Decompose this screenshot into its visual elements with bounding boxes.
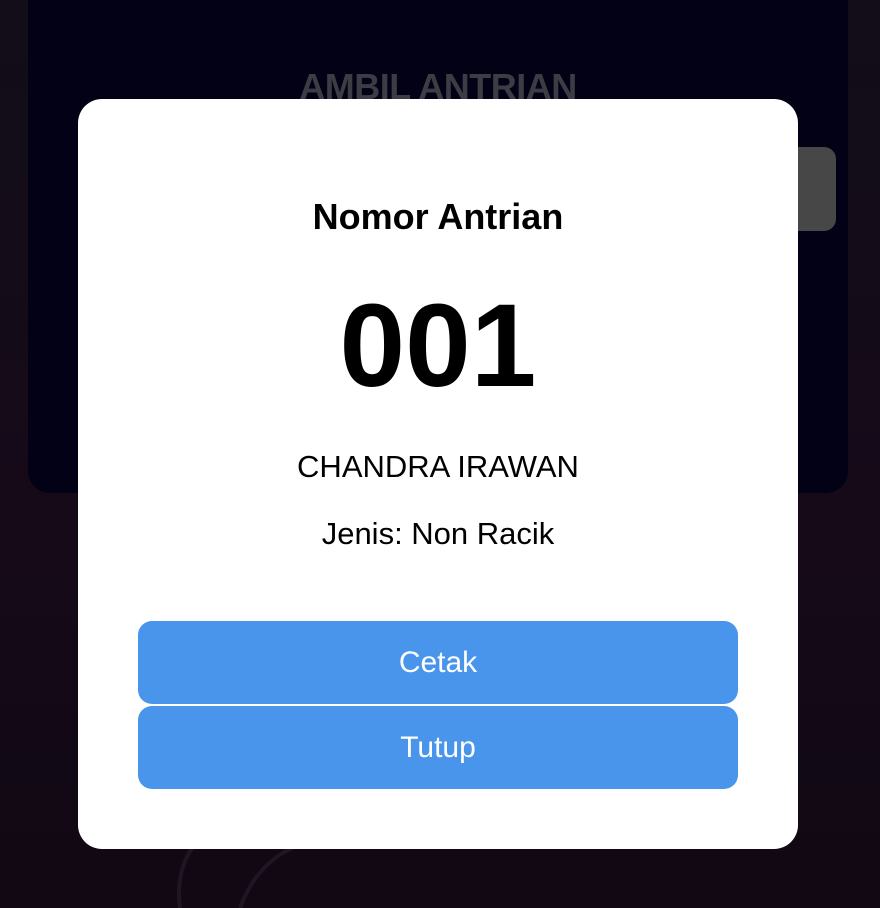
dialog-title: Nomor Antrian [312,196,564,237]
close-button[interactable]: Tutup [138,706,738,789]
queue-type: Jenis: Non Racik [321,516,555,551]
patient-name: CHANDRA IRAWAN [297,449,579,484]
queue-number: 001 [339,280,537,412]
print-button[interactable]: Cetak [138,621,738,704]
